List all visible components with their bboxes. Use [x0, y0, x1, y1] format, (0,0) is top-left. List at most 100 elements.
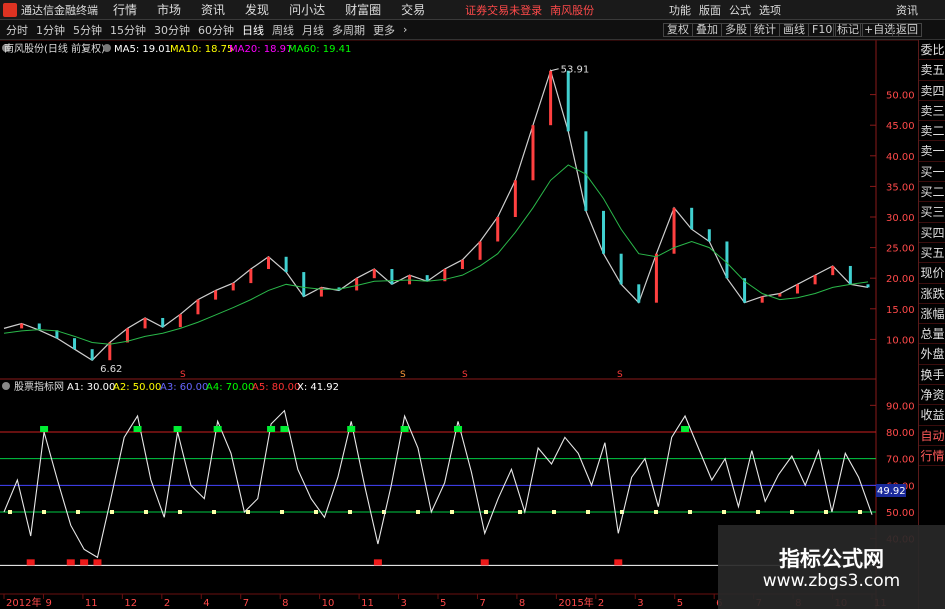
overlay-button[interactable]: 叠加 [692, 23, 722, 37]
level-dot [348, 510, 352, 514]
overbought-bar [133, 426, 142, 432]
candle [73, 338, 77, 350]
mark-button[interactable]: 标记 [833, 23, 863, 37]
x-tick-label: 2015年 [558, 596, 593, 609]
settings-dot-icon[interactable] [103, 44, 111, 52]
x-tick-label: 4 [203, 598, 209, 609]
x-tick-label: 8 [282, 598, 288, 609]
candle [390, 269, 394, 285]
tab-daily[interactable]: 日线 [242, 22, 264, 38]
side-item[interactable]: 涨幅 [919, 304, 945, 325]
multi-stock-button[interactable]: 多股 [721, 23, 751, 37]
indicator-collapse-icon[interactable] [2, 382, 10, 390]
menu-info[interactable]: 资讯 [896, 2, 918, 18]
side-item[interactable]: 买五 [919, 243, 945, 264]
oversold-bar [614, 559, 623, 566]
tab-1min[interactable]: 1分钟 [36, 22, 65, 38]
side-item[interactable]: 总量 [919, 324, 945, 345]
login-status[interactable]: 证券交易未登录 [465, 2, 542, 18]
candle [425, 275, 429, 282]
chevron-right-icon[interactable]: › [403, 23, 407, 36]
menu-item-ask[interactable]: 问小达 [289, 1, 325, 18]
candle [231, 283, 235, 291]
y-tick-label: 40.00 [886, 152, 915, 163]
side-item[interactable]: 卖四 [919, 81, 945, 101]
tab-weekly[interactable]: 周线 [272, 22, 294, 38]
candle [549, 70, 553, 126]
menu-item-market[interactable]: 市场 [157, 1, 181, 18]
x-tick-label: 12 [124, 598, 137, 609]
series-line-close [3, 68, 869, 361]
menu-item-discover[interactable]: 发现 [245, 1, 269, 18]
ma10-label: MA10: 18.75 [170, 44, 233, 55]
side-item[interactable]: 买四 [919, 223, 945, 243]
side-item[interactable]: 外盘 [919, 344, 945, 365]
draw-line-button[interactable]: 画线 [779, 23, 809, 37]
sell-marker: S [180, 370, 186, 380]
tab-5min[interactable]: 5分钟 [73, 22, 102, 38]
menu-layout[interactable]: 版面 [699, 2, 721, 18]
menu-item-trade[interactable]: 交易 [401, 1, 425, 18]
app-title: 通达信金融终端 [21, 3, 98, 17]
side-item[interactable]: 卖三 [919, 101, 945, 122]
menu-item-news[interactable]: 资讯 [201, 1, 225, 18]
back-button[interactable]: 返回 [892, 23, 922, 37]
candle [637, 284, 641, 303]
tab-15min[interactable]: 15分钟 [110, 22, 146, 38]
menu-item-quotes[interactable]: 行情 [113, 1, 137, 18]
tab-monthly[interactable]: 月线 [302, 22, 324, 38]
side-item[interactable]: 涨跌 [919, 284, 945, 304]
y-tick-label: 15.00 [886, 305, 915, 316]
y-tick-label: 50.00 [886, 91, 915, 102]
tab-intraday[interactable]: 分时 [6, 22, 28, 38]
level-dot [416, 510, 420, 514]
ind-y-tick-label: 90.00 [886, 401, 915, 412]
chart-area[interactable]: . 南风股份(日线 前复权) MA5: 19.01 MA10: 18.75 MA… [0, 40, 918, 609]
stats-button[interactable]: 统计 [750, 23, 780, 37]
oversold-bar [480, 559, 489, 566]
y-tick-label: 25.00 [886, 244, 915, 255]
tab-multi-period[interactable]: 多周期 [332, 22, 365, 38]
level-dot [178, 510, 182, 514]
side-item[interactable]: 卖五 [919, 60, 945, 81]
ind-y-tick-label: 80.00 [886, 428, 915, 439]
candle [584, 131, 588, 211]
oversold-bar [373, 559, 382, 566]
menu-options[interactable]: 选项 [759, 2, 781, 18]
sell-marker: S [462, 370, 468, 380]
level-dot [42, 510, 46, 514]
menu-function[interactable]: 功能 [669, 2, 691, 18]
level-dot [858, 510, 862, 514]
side-item[interactable]: 自动 [919, 426, 945, 446]
side-item[interactable]: 行情 [919, 446, 945, 467]
side-item[interactable]: 买二 [919, 182, 945, 203]
overbought-bar [40, 426, 49, 432]
tab-more[interactable]: 更多 [373, 22, 395, 38]
candle [266, 256, 270, 270]
side-item[interactable]: 委比 [919, 40, 945, 61]
x-tick-label: 5 [440, 598, 446, 609]
adjust-button[interactable]: 复权 [663, 23, 693, 37]
side-item[interactable]: 买一 [919, 162, 945, 183]
side-item[interactable]: 现价 [919, 263, 945, 284]
candle [196, 299, 200, 315]
side-item[interactable]: 卖二 [919, 121, 945, 142]
candle [831, 265, 835, 276]
side-item[interactable]: 净资 [919, 385, 945, 406]
side-item[interactable]: 换手 [919, 365, 945, 386]
sell-marker: S [400, 370, 406, 380]
menu-item-wealth[interactable]: 财富圈 [345, 1, 381, 18]
candle [566, 70, 570, 132]
stock-name-title: 南风股份 [550, 3, 595, 17]
x-tick-label: 10 [322, 598, 335, 609]
x-tick-label: 11 [85, 598, 98, 609]
oversold-bar [66, 559, 75, 566]
side-item[interactable]: 卖一 [919, 141, 945, 162]
side-item[interactable]: 买三 [919, 202, 945, 223]
side-item[interactable]: 收益 [919, 405, 945, 426]
tab-60min[interactable]: 60分钟 [198, 22, 234, 38]
x-tick-label: 3 [637, 598, 643, 609]
x-tick-label: 3 [401, 598, 407, 609]
menu-formula[interactable]: 公式 [729, 2, 751, 18]
tab-30min[interactable]: 30分钟 [154, 22, 190, 38]
